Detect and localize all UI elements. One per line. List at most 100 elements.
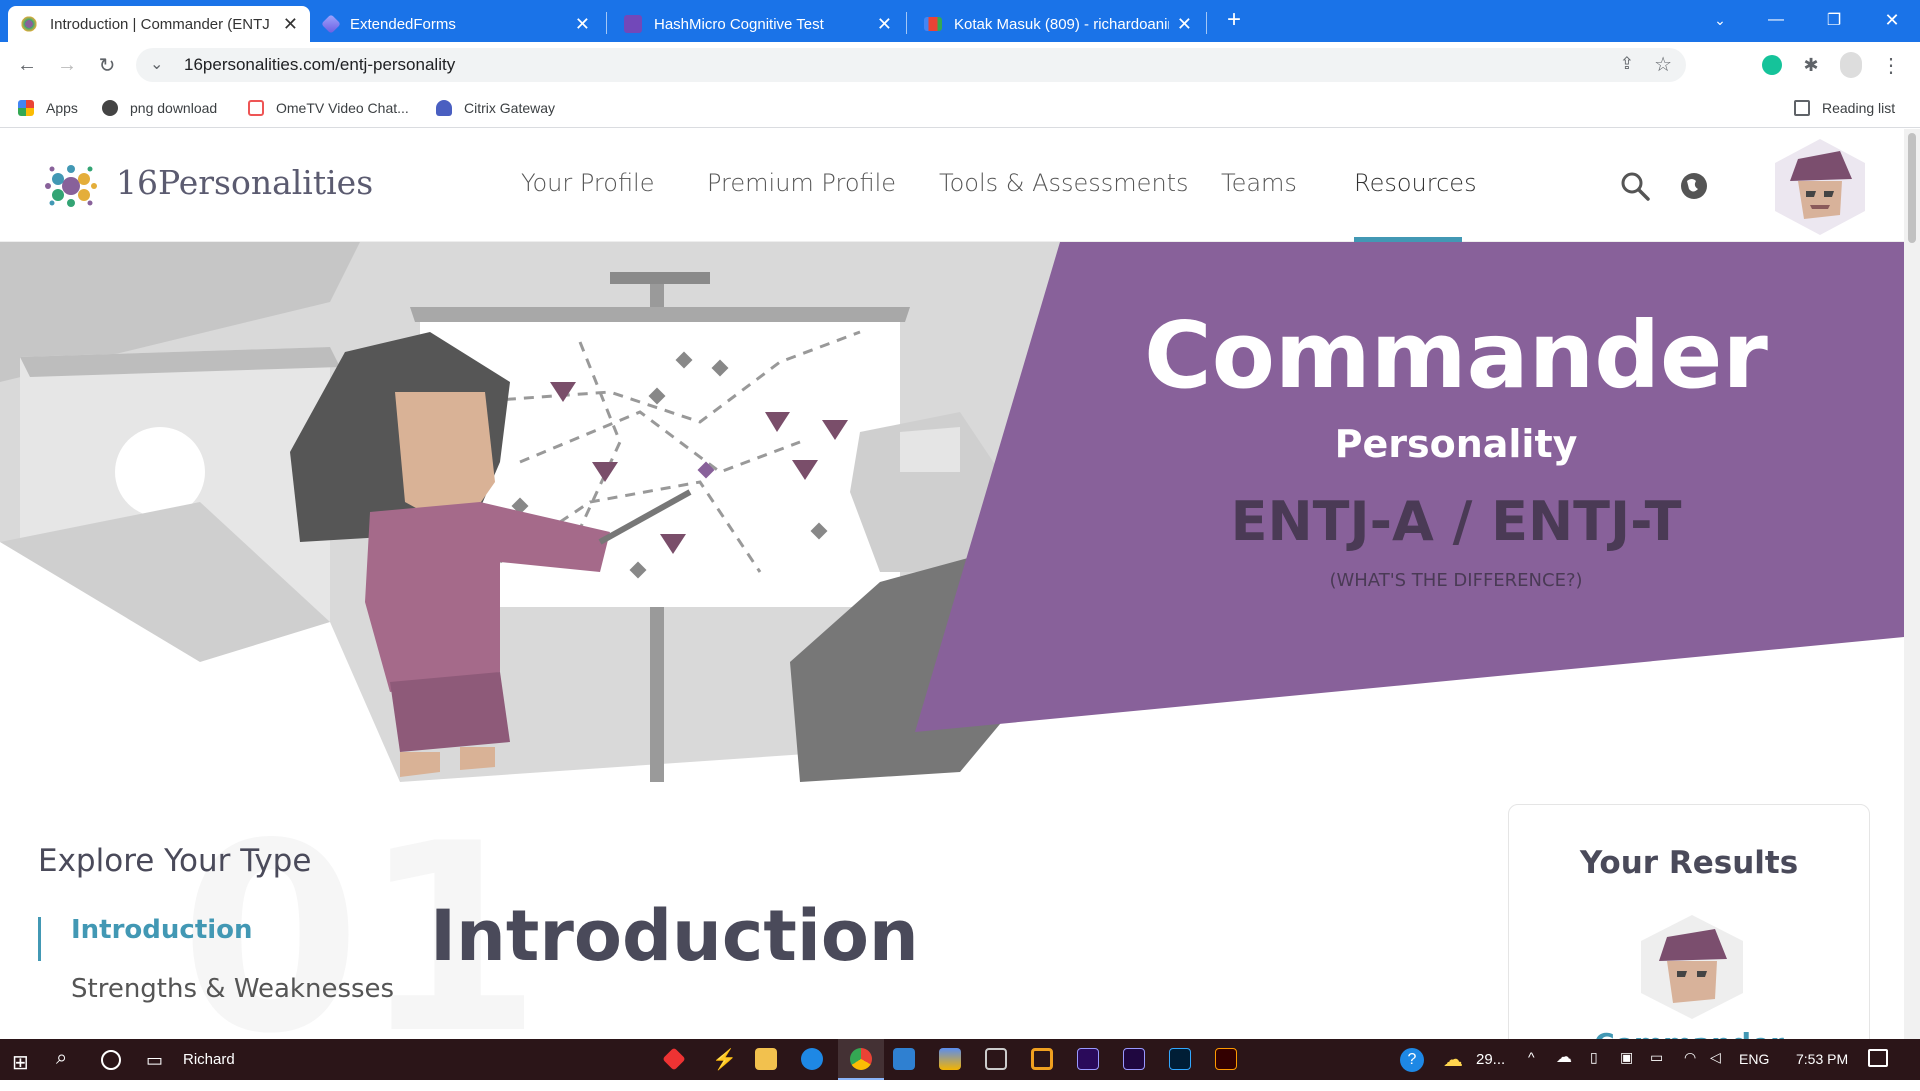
scrollbar-thumb[interactable]: [1908, 133, 1916, 243]
chrome-icon: [850, 1048, 872, 1070]
search-icon[interactable]: [1620, 171, 1650, 201]
app-icon[interactable]: [939, 1048, 961, 1070]
section-heading: Introduction: [430, 895, 919, 977]
bookmark-citrix[interactable]: Citrix Gateway: [436, 96, 555, 120]
minimize-button[interactable]: —: [1748, 0, 1804, 40]
3d-box-icon[interactable]: [985, 1048, 1007, 1070]
app-icon[interactable]: [662, 1047, 686, 1071]
16personalities-favicon-icon: [20, 15, 38, 33]
extensions-puzzle-icon[interactable]: ✱: [1796, 50, 1826, 80]
tab-title: Kotak Masuk (809) - richardoanin: [954, 15, 1169, 33]
new-tab-button[interactable]: +: [1206, 0, 1262, 40]
reading-list-button[interactable]: Reading list: [1794, 96, 1895, 120]
browser-toolbar: ← → ↻ ⌄ 16personalities.com/entj-persona…: [0, 42, 1920, 88]
nav-tools-assessments[interactable]: Tools & Assessments: [939, 169, 1189, 197]
globe-icon: [102, 100, 118, 116]
wifi-icon[interactable]: ◠: [1684, 1049, 1696, 1066]
bookmarks-bar: Apps png download OmeTV Video Chat... Ci…: [0, 88, 1920, 128]
file-explorer-icon[interactable]: [755, 1048, 777, 1070]
tab-title: Introduction | Commander (ENTJ: [50, 15, 270, 33]
results-heading: Your Results: [1579, 845, 1799, 881]
volume-icon[interactable]: ◁: [1710, 1049, 1721, 1066]
after-effects-icon[interactable]: [1123, 1048, 1145, 1070]
tab-search-chevron-icon[interactable]: ⌄: [1692, 0, 1748, 40]
16personalities-logo-icon[interactable]: [36, 151, 106, 221]
site-logo-text[interactable]: 16Personalities: [116, 163, 373, 202]
address-bar[interactable]: ⌄ 16personalities.com/entj-personality ⇪…: [136, 48, 1686, 82]
onedrive-icon[interactable]: ☁: [1556, 1047, 1572, 1067]
premiere-icon[interactable]: [1077, 1048, 1099, 1070]
close-tab-icon[interactable]: ✕: [877, 14, 892, 35]
show-hidden-icons[interactable]: ^: [1528, 1049, 1535, 1065]
edge-icon[interactable]: [801, 1048, 823, 1070]
chrome-menu-icon[interactable]: ⋮: [1876, 50, 1906, 80]
language-indicator[interactable]: ENG: [1739, 1051, 1769, 1067]
vscode-icon[interactable]: [893, 1048, 915, 1070]
close-tab-icon[interactable]: ✕: [575, 14, 590, 35]
taskbar-user-label: Richard: [183, 1051, 235, 1068]
photoshop-icon[interactable]: [1169, 1048, 1191, 1070]
site-info-icon[interactable]: ⌄: [150, 54, 163, 74]
sidebar-heading: Explore Your Type: [38, 843, 312, 879]
commander-avatar[interactable]: [1637, 915, 1747, 1019]
sidebar-item-strengths-weaknesses[interactable]: Strengths & Weaknesses: [71, 974, 394, 1004]
tab-commander[interactable]: Introduction | Commander (ENTJ ✕: [8, 6, 310, 42]
restore-button[interactable]: ❐: [1806, 0, 1862, 40]
whats-the-difference-link[interactable]: (WHAT'S THE DIFFERENCE?): [1106, 570, 1806, 591]
browser-tab-strip: Introduction | Commander (ENTJ ✕ Extende…: [0, 0, 1920, 42]
page-scrollbar[interactable]: [1904, 129, 1920, 1039]
search-icon[interactable]: ⌕: [56, 1047, 67, 1070]
close-tab-icon[interactable]: ✕: [283, 14, 298, 35]
cortana-icon[interactable]: [101, 1050, 121, 1070]
app-icon[interactable]: [1031, 1048, 1053, 1070]
close-tab-icon[interactable]: ✕: [1177, 14, 1192, 35]
bookmark-apps[interactable]: Apps: [18, 96, 78, 120]
hero-banner: Commander Personality ENTJ-A / ENTJ-T (W…: [0, 242, 1904, 782]
nav-premium-profile[interactable]: Premium Profile: [707, 169, 896, 197]
site-header: 16Personalities Your Profile Premium Pro…: [0, 129, 1904, 242]
type-code: ENTJ-A / ENTJ-T: [1230, 490, 1682, 553]
extendedforms-favicon-icon: [321, 14, 341, 34]
bookmark-png-download[interactable]: png download: [102, 96, 217, 120]
notifications-icon[interactable]: [1868, 1049, 1888, 1067]
apps-grid-icon: [18, 100, 34, 116]
lightning-app-icon[interactable]: ⚡: [712, 1047, 737, 1072]
nav-teams[interactable]: Teams: [1221, 169, 1297, 197]
chrome-taskbar-button[interactable]: [838, 1039, 884, 1080]
tab-hashmicro[interactable]: HashMicro Cognitive Test ✕: [612, 6, 904, 42]
user-avatar[interactable]: [1770, 139, 1870, 235]
tray-icon[interactable]: ▯: [1590, 1049, 1598, 1066]
tray-icon[interactable]: ▣: [1620, 1049, 1633, 1066]
google-forms-favicon-icon: [624, 15, 642, 33]
battery-icon[interactable]: ▭: [1650, 1049, 1663, 1066]
weather-icon[interactable]: ☁: [1443, 1047, 1463, 1072]
bookmark-star-icon[interactable]: ☆: [1654, 52, 1672, 77]
clock[interactable]: 7:53 PM: [1796, 1051, 1848, 1067]
tab-gmail[interactable]: Kotak Masuk (809) - richardoanin ✕: [912, 6, 1204, 42]
windows-start-icon[interactable]: ⊞: [12, 1050, 29, 1075]
tab-title: ExtendedForms: [350, 15, 456, 33]
grammarly-extension-icon[interactable]: [1762, 55, 1782, 75]
tab-extendedforms[interactable]: ExtendedForms ✕: [312, 6, 602, 42]
your-results-card: Your Results Commander: [1508, 804, 1870, 1064]
task-view-icon[interactable]: ▭: [146, 1050, 163, 1071]
gmail-favicon-icon: [924, 17, 942, 31]
sidebar-item-introduction[interactable]: Introduction: [71, 915, 253, 945]
language-globe-icon[interactable]: [1679, 171, 1709, 201]
back-button[interactable]: ←: [12, 50, 42, 80]
forward-button[interactable]: →: [52, 50, 82, 80]
profile-avatar[interactable]: [1840, 52, 1862, 78]
illustrator-icon[interactable]: [1215, 1048, 1237, 1070]
nav-your-profile[interactable]: Your Profile: [521, 169, 655, 197]
windows-taskbar: ⊞ ⌕ ▭ Richard ⚡ ? ☁ 29... ^ ☁ ▯ ▣ ▭ ◠ ◁ …: [0, 1039, 1920, 1080]
share-icon[interactable]: ⇪: [1620, 54, 1634, 74]
help-icon[interactable]: ?: [1400, 1048, 1424, 1072]
close-window-button[interactable]: ✕: [1864, 0, 1920, 40]
weather-temp[interactable]: 29...: [1476, 1051, 1505, 1068]
nav-resources[interactable]: Resources: [1354, 169, 1477, 197]
sidebar-active-indicator: [38, 917, 41, 961]
reload-button[interactable]: ↻: [92, 50, 122, 80]
bookmark-ometv[interactable]: OmeTV Video Chat...: [248, 96, 409, 120]
tab-title: HashMicro Cognitive Test: [654, 15, 824, 33]
type-subtitle: Personality: [1334, 422, 1578, 466]
